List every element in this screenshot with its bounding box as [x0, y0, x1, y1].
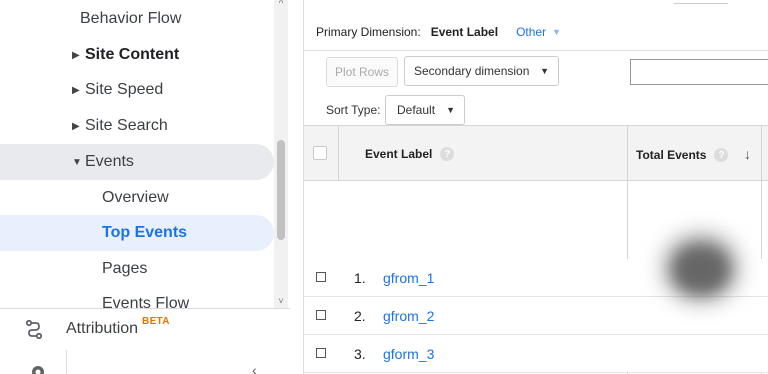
sidebar-item-label: Site Speed	[85, 81, 164, 98]
other-dimension-link[interactable]: Other	[516, 25, 546, 39]
row-index: 2.	[354, 308, 366, 324]
sidebar: Behavior Flow ▶ Site Content ▶ Site Spee…	[0, 0, 304, 374]
sidebar-item-label: Pages	[102, 260, 148, 277]
primary-dimension-value[interactable]: Event Label	[431, 25, 498, 39]
report-main: Primary Dimension: Event Label Other ▼ P…	[304, 0, 768, 374]
sidebar-item-label: Attribution	[66, 320, 139, 337]
sidebar-item-overview[interactable]: Overview	[102, 180, 169, 216]
row-checkbox[interactable]	[316, 310, 326, 320]
caret-right-icon: ▶	[72, 49, 80, 61]
event-label-link[interactable]: gform_3	[383, 346, 434, 362]
sidebar-item-attribution[interactable]: Attribution BETA	[24, 314, 170, 344]
caret-right-icon: ▶	[72, 120, 80, 132]
table-row: 3. gform_3	[304, 335, 768, 373]
scroll-down-icon[interactable]: ˅	[274, 296, 288, 306]
column-header-total-events[interactable]: Total Events ?	[636, 148, 729, 162]
sort-type-dropdown[interactable]: Default ▼	[385, 95, 465, 125]
sidebar-item-events[interactable]: ▼ Events	[72, 144, 134, 180]
chevron-left-icon[interactable]: ‹	[252, 362, 257, 374]
row-checkbox[interactable]	[316, 272, 326, 282]
sidebar-item-events-flow[interactable]: Events Flow	[102, 287, 189, 309]
sidebar-item-label: Behavior Flow	[80, 10, 182, 27]
footer-divider	[66, 350, 67, 374]
attribution-icon	[25, 319, 43, 339]
gear-icon[interactable]	[28, 362, 48, 374]
sidebar-item-top-events[interactable]: Top Events	[102, 215, 187, 251]
dropdown-arrow-icon: ▼	[446, 105, 455, 115]
caret-down-icon[interactable]: ▼	[552, 27, 561, 37]
sidebar-item-label: Site Content	[85, 46, 180, 63]
row-index: 1.	[354, 270, 366, 286]
scroll-up-icon[interactable]: ˄	[274, 0, 288, 6]
toolbar-divider	[304, 50, 768, 51]
event-label-link[interactable]: gfrom_2	[383, 308, 434, 324]
sidebar-item-label: Top Events	[102, 224, 188, 241]
sidebar-item-label: Events Flow	[102, 295, 190, 309]
top-control-edge	[674, 0, 728, 4]
help-icon[interactable]: ?	[440, 147, 455, 161]
caret-right-icon: ▶	[72, 84, 80, 96]
primary-dimension-label: Primary Dimension:	[316, 25, 421, 39]
beta-badge: BETA	[142, 315, 170, 327]
sidebar-item-behavior-flow[interactable]: Behavior Flow	[80, 1, 181, 37]
row-checkbox[interactable]	[316, 348, 326, 358]
sidebar-divider	[0, 308, 290, 309]
column-header-event-label[interactable]: Event Label ?	[365, 147, 455, 161]
primary-dimension-row: Primary Dimension: Event Label Other ▼	[316, 25, 561, 39]
help-icon[interactable]: ?	[714, 148, 729, 162]
sidebar-item-site-content[interactable]: ▶ Site Content	[72, 37, 179, 73]
column-header-text: Total Events	[636, 148, 707, 162]
redacted-blur	[676, 250, 726, 290]
sidebar-item-label: Overview	[102, 189, 169, 206]
event-label-link[interactable]: gfrom_1	[383, 270, 434, 286]
sidebar-item-pages[interactable]: Pages	[102, 251, 147, 287]
select-all-checkbox[interactable]	[313, 146, 327, 160]
plot-rows-button[interactable]: Plot Rows	[326, 57, 398, 87]
sort-type-label: Sort Type:	[326, 103, 381, 117]
secondary-dimension-dropdown[interactable]: Secondary dimension ▼	[404, 56, 559, 86]
sort-type-value: Default	[397, 103, 436, 117]
secondary-dimension-label: Secondary dimension	[414, 64, 530, 78]
column-divider	[338, 126, 339, 181]
caret-down-icon: ▼	[72, 156, 82, 168]
table-header: Event Label ? Total Events ? ↓	[304, 126, 768, 181]
sidebar-item-highlight	[0, 144, 274, 180]
sidebar-item-label: Site Search	[85, 117, 168, 134]
table-search-input[interactable]	[630, 59, 768, 85]
sidebar-item-site-search[interactable]: ▶ Site Search	[72, 108, 168, 144]
sidebar-item-site-speed[interactable]: ▶ Site Speed	[72, 72, 163, 108]
sort-descending-icon[interactable]: ↓	[744, 146, 751, 162]
scrollbar-thumb[interactable]	[277, 140, 285, 240]
column-header-text: Event Label	[365, 147, 433, 161]
sidebar-item-label: Events	[85, 153, 134, 170]
dropdown-arrow-icon: ▼	[540, 66, 549, 76]
row-index: 3.	[354, 346, 366, 362]
table-row: 2. gfrom_2	[304, 297, 768, 335]
sidebar-scrollbar[interactable]: ˄ ˅	[274, 0, 288, 308]
